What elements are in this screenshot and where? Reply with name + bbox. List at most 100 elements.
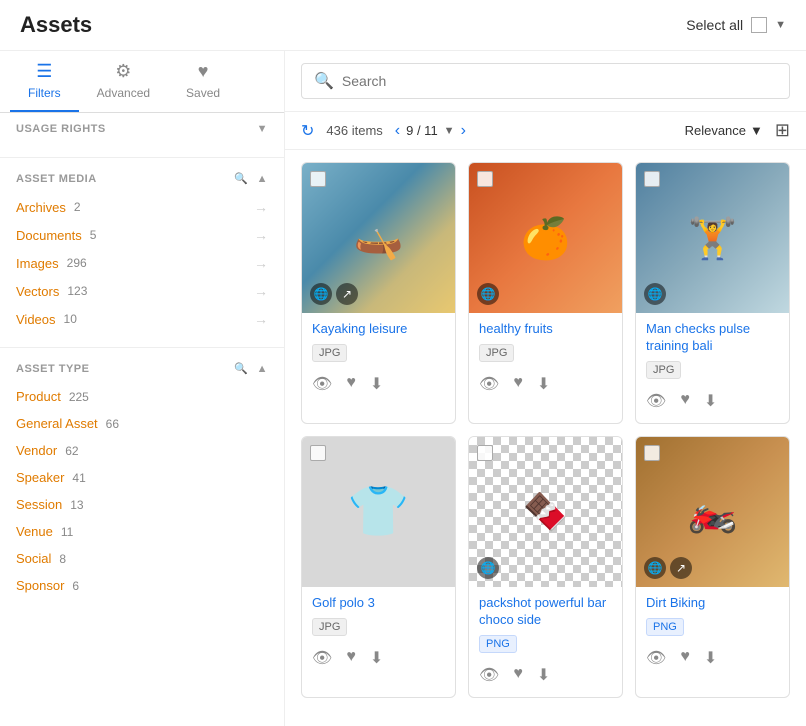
favorite-icon[interactable]: ♥ — [680, 391, 690, 411]
main-layout: ☰ Filters ⚙ Advanced ♥ Saved USAGE RIGHT… — [0, 51, 806, 726]
card-image: 🏍️ 🌐 ↗ — [636, 437, 789, 587]
card-title[interactable]: Dirt Biking — [646, 595, 779, 612]
items-count: 436 items — [326, 123, 382, 138]
list-item[interactable]: Session 13 — [16, 491, 268, 518]
globe-icon: 🌐 — [477, 557, 499, 579]
arrow-icon: → — [254, 311, 268, 327]
list-item[interactable]: Videos 10 → — [16, 305, 268, 333]
header: Assets Select all ▼ — [0, 0, 806, 51]
card-checkbox[interactable] — [310, 171, 326, 187]
download-icon[interactable]: ⬇ — [704, 391, 717, 411]
list-item[interactable]: Sponsor 6 — [16, 572, 268, 599]
advanced-icon: ⚙ — [115, 61, 131, 82]
asset-type-search-icon[interactable]: 🔍 — [234, 362, 248, 375]
usage-rights-header[interactable]: USAGE RIGHTS ▼ — [16, 123, 268, 135]
arrow-icon: → — [254, 199, 268, 215]
type-venue-count: 11 — [61, 525, 73, 539]
favorite-icon[interactable]: ♥ — [346, 648, 356, 668]
share-icon: ↗ — [670, 557, 692, 579]
favorite-icon[interactable]: ♥ — [346, 374, 356, 394]
select-all-dropdown[interactable]: ▼ — [775, 19, 786, 31]
preview-icon[interactable]: 👁 — [646, 648, 666, 668]
asset-type-collapse[interactable]: ▲ — [257, 363, 268, 375]
card-checkbox[interactable] — [477, 445, 493, 461]
sort-label: Relevance — [685, 123, 746, 138]
grid-area: 🛶 🌐 ↗ Kayaking leisure JPG 👁 ♥ ⬇ — [285, 150, 806, 726]
next-page-button[interactable]: › — [461, 122, 466, 140]
asset-media-search-icon[interactable]: 🔍 — [234, 172, 248, 185]
refresh-button[interactable]: ↻ — [301, 121, 314, 141]
globe-icon: 🌐 — [310, 283, 332, 305]
grid-view-icon[interactable]: ⊞ — [775, 120, 790, 141]
card-title[interactable]: Golf polo 3 — [312, 595, 445, 612]
list-item[interactable]: Documents 5 → — [16, 221, 268, 249]
card-checkbox[interactable] — [477, 171, 493, 187]
card-actions: 👁 ♥ ⬇ — [646, 387, 779, 415]
card-title[interactable]: healthy fruits — [479, 321, 612, 338]
type-general-label: General Asset — [16, 416, 98, 431]
download-icon[interactable]: ⬇ — [704, 648, 717, 668]
preview-icon[interactable]: 👁 — [479, 665, 499, 685]
list-item[interactable]: Images 296 → — [16, 249, 268, 277]
divider-2 — [0, 347, 284, 348]
preview-icon[interactable]: 👁 — [479, 374, 499, 394]
tab-filters[interactable]: ☰ Filters — [10, 51, 79, 112]
card-title[interactable]: Man checks pulse training bali — [646, 321, 779, 355]
card-title[interactable]: packshot powerful bar choco side — [479, 595, 612, 629]
download-icon[interactable]: ⬇ — [537, 374, 550, 394]
card-image: 🏋️ 🌐 — [636, 163, 789, 313]
asset-media-collapse[interactable]: ▲ — [257, 173, 268, 185]
card-info: Dirt Biking PNG 👁 ♥ ⬇ — [636, 587, 789, 680]
tab-bar: ☰ Filters ⚙ Advanced ♥ Saved — [0, 51, 284, 113]
sort-dropdown-icon: ▼ — [750, 123, 763, 138]
type-venue-label: Venue — [16, 524, 53, 539]
tab-saved[interactable]: ♥ Saved — [168, 51, 238, 112]
asset-grid: 🛶 🌐 ↗ Kayaking leisure JPG 👁 ♥ ⬇ — [301, 162, 790, 698]
list-item[interactable]: General Asset 66 — [16, 410, 268, 437]
download-icon[interactable]: ⬇ — [370, 648, 383, 668]
media-videos-label: Videos — [16, 312, 56, 327]
asset-media-label: ASSET MEDIA — [16, 173, 97, 185]
list-item[interactable]: Speaker 41 — [16, 464, 268, 491]
card-actions: 👁 ♥ ⬇ — [479, 370, 612, 398]
asset-media-header[interactable]: ASSET MEDIA 🔍 ▲ — [16, 172, 268, 185]
list-item[interactable]: Product 225 — [16, 383, 268, 410]
asset-type-header[interactable]: ASSET TYPE 🔍 ▲ — [16, 362, 268, 375]
list-item[interactable]: Venue 11 — [16, 518, 268, 545]
tab-filters-label: Filters — [28, 86, 61, 100]
prev-page-button[interactable]: ‹ — [395, 122, 400, 140]
select-all-checkbox[interactable] — [751, 17, 767, 33]
type-social-label: Social — [16, 551, 51, 566]
preview-icon[interactable]: 👁 — [312, 648, 332, 668]
favorite-icon[interactable]: ♥ — [513, 665, 523, 685]
type-general-count: 66 — [106, 417, 119, 431]
preview-icon[interactable]: 👁 — [312, 374, 332, 394]
toolbar: ↻ 436 items ‹ 9 / 11 ▼ › Relevance ▼ ⊞ — [285, 112, 806, 150]
search-input[interactable] — [342, 73, 777, 89]
type-vendor-count: 62 — [65, 444, 78, 458]
asset-media-list: Archives 2 → Documents 5 → Images 296 — [16, 193, 268, 333]
usage-rights-collapse[interactable]: ▼ — [257, 123, 268, 135]
favorite-icon[interactable]: ♥ — [513, 374, 523, 394]
card-checkbox[interactable] — [644, 445, 660, 461]
sidebar: ☰ Filters ⚙ Advanced ♥ Saved USAGE RIGHT… — [0, 51, 285, 726]
tab-advanced[interactable]: ⚙ Advanced — [79, 51, 168, 112]
media-images-count: 296 — [67, 256, 87, 270]
list-item[interactable]: Vectors 123 → — [16, 277, 268, 305]
preview-icon[interactable]: 👁 — [646, 391, 666, 411]
favorite-icon[interactable]: ♥ — [680, 648, 690, 668]
card-title[interactable]: Kayaking leisure — [312, 321, 445, 338]
download-icon[interactable]: ⬇ — [370, 374, 383, 394]
page-dropdown[interactable]: ▼ — [444, 125, 455, 137]
search-bar: 🔍 — [285, 51, 806, 112]
card-checkbox[interactable] — [644, 171, 660, 187]
card-tag: JPG — [646, 361, 681, 379]
sort-select[interactable]: Relevance ▼ — [685, 123, 763, 138]
search-input-wrapper[interactable]: 🔍 — [301, 63, 790, 99]
list-item[interactable]: Social 8 — [16, 545, 268, 572]
card-checkbox[interactable] — [310, 445, 326, 461]
download-icon[interactable]: ⬇ — [537, 665, 550, 685]
list-item[interactable]: Archives 2 → — [16, 193, 268, 221]
arrow-icon: → — [254, 283, 268, 299]
list-item[interactable]: Vendor 62 — [16, 437, 268, 464]
